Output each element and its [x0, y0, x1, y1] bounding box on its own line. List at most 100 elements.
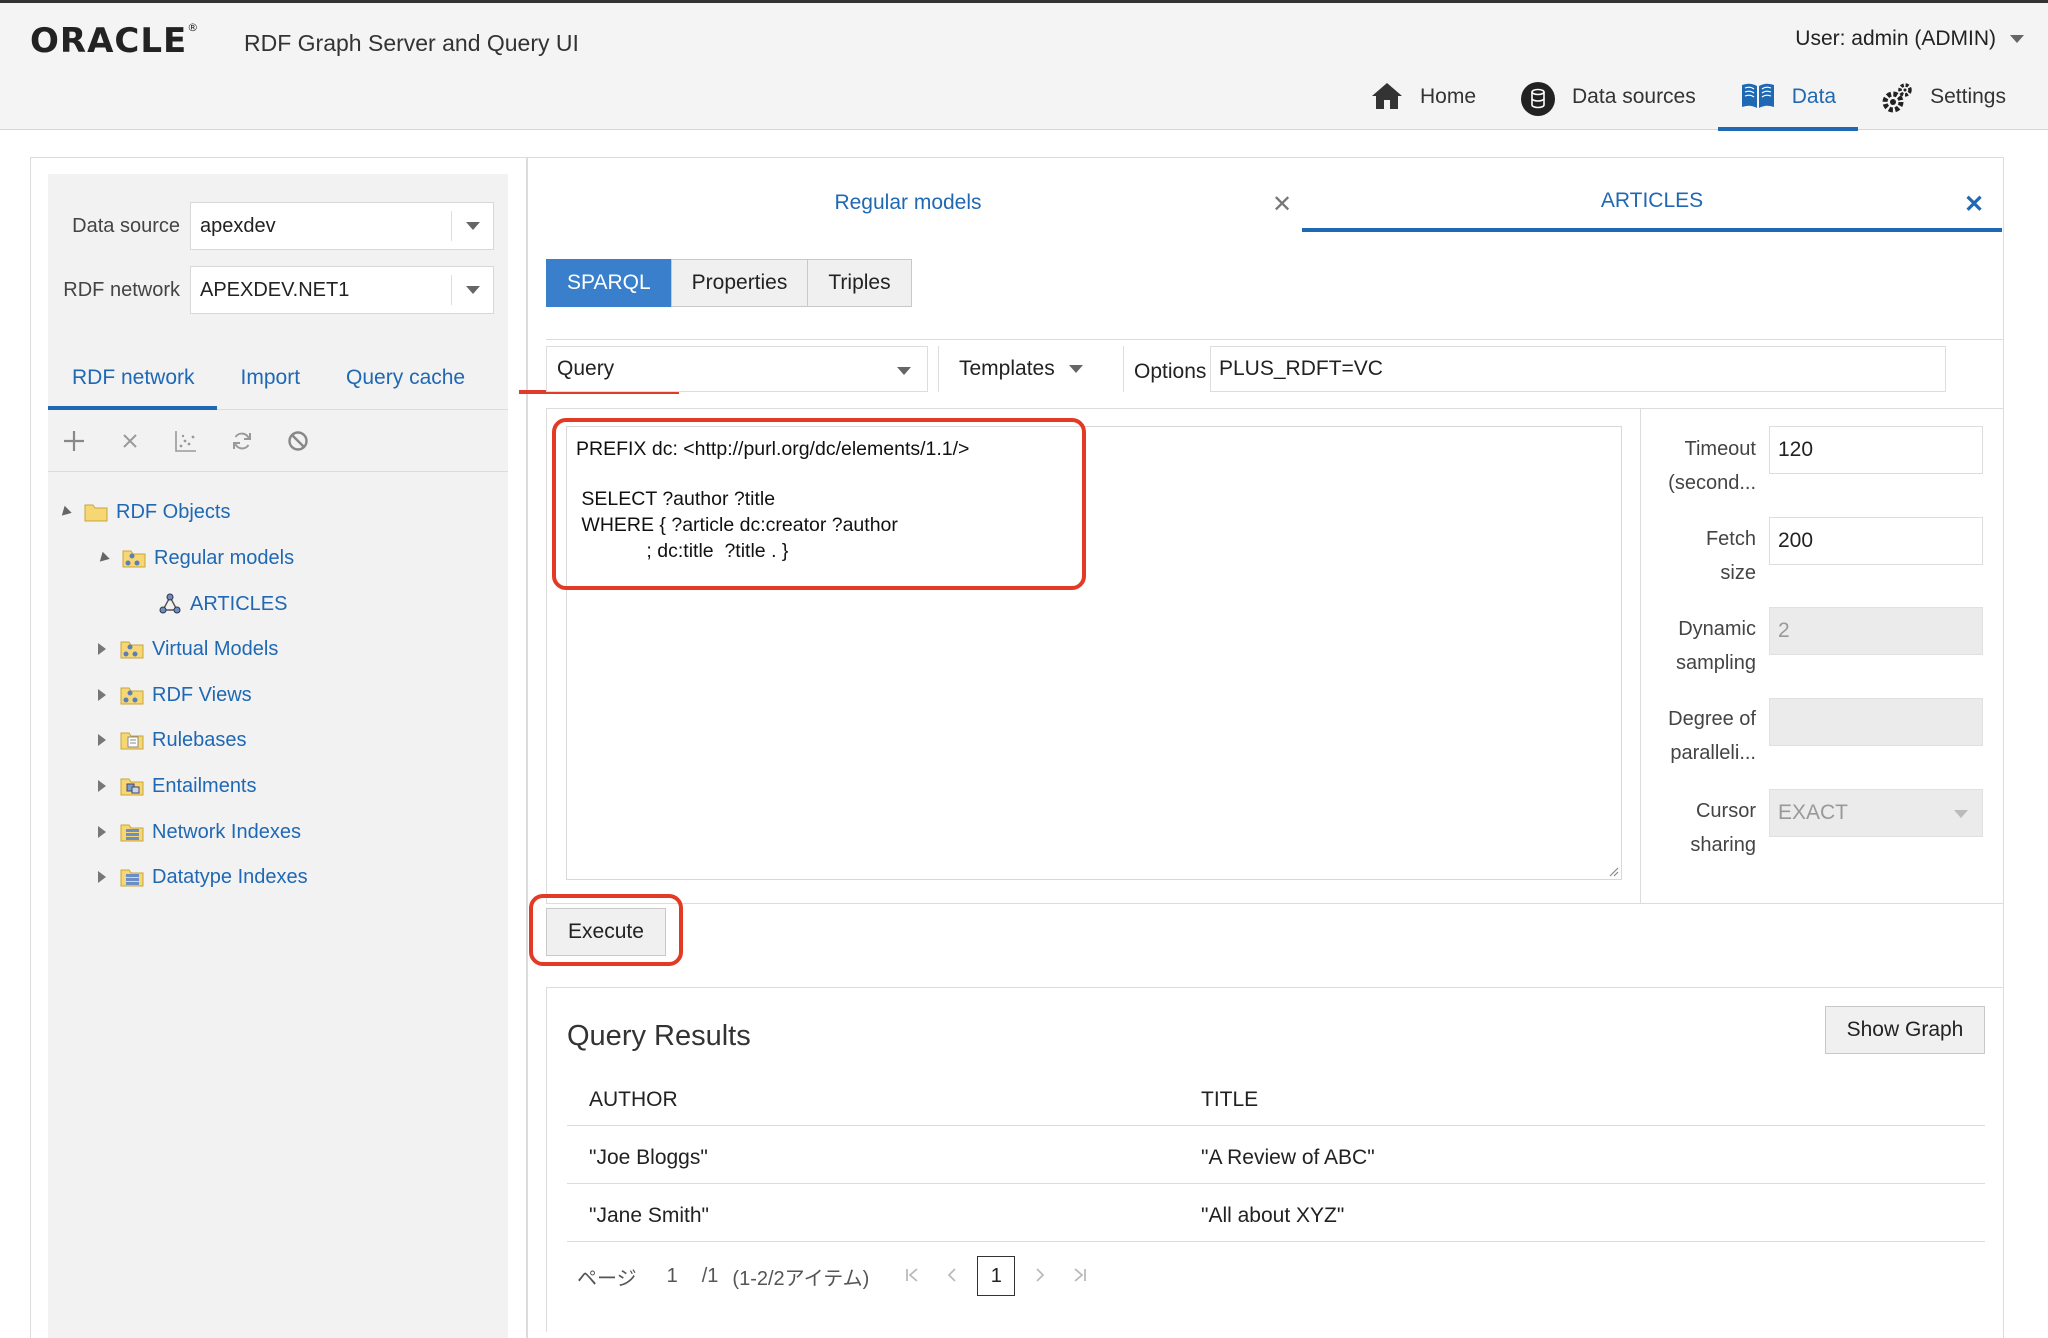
tree-label: RDF Views — [152, 683, 252, 706]
tab-label: Regular models — [834, 191, 982, 214]
tab-query-cache[interactable]: Query cache — [322, 356, 487, 410]
tab-rdf-network[interactable]: RDF network — [48, 356, 217, 410]
home-icon — [1371, 83, 1402, 109]
query-type-select[interactable]: Query — [546, 346, 928, 392]
query-type-value: Query — [557, 357, 615, 380]
chevron-down-icon — [451, 211, 493, 241]
tree-item-network-indexes[interactable]: Network Indexes — [98, 814, 301, 850]
model-folder-icon — [122, 550, 146, 568]
tree-collapsed-icon[interactable] — [98, 689, 106, 701]
view-subtabs: SPARQL Properties Triples — [546, 259, 912, 307]
current-page[interactable]: 1 — [977, 1256, 1016, 1296]
nav-data-sources[interactable]: Data sources — [1498, 79, 1718, 131]
degree-parallelism-label: Degree of paralleli... — [1668, 708, 1756, 764]
page-summary: (1-2/2アイテム) — [732, 1267, 870, 1290]
rdf-network-row: RDF network APEXDEV.NET1 — [48, 266, 508, 314]
last-page-icon[interactable] — [1073, 1263, 1087, 1289]
tab-label: ARTICLES — [1600, 189, 1704, 212]
tree-collapsed-icon[interactable] — [98, 734, 106, 746]
block-icon[interactable] — [286, 429, 310, 453]
cell-author: "Joe Bloggs" — [589, 1146, 708, 1169]
column-header-title[interactable]: TITLE — [1201, 1088, 1258, 1112]
highlight-box — [529, 894, 683, 966]
user-menu[interactable]: User: admin (ADMIN) — [1795, 27, 2024, 51]
tree-label: Entailments — [152, 774, 257, 797]
tree-item-datatype-indexes[interactable]: Datatype Indexes — [98, 859, 308, 895]
tree-collapsed-icon[interactable] — [98, 871, 106, 883]
timeout-input[interactable]: 120 — [1769, 426, 1983, 474]
data-source-select[interactable]: apexdev — [190, 202, 494, 250]
cursor-sharing-value: EXACT — [1778, 801, 1849, 824]
dynamic-sampling-input: 2 — [1769, 607, 1983, 655]
highlight-box — [552, 418, 1086, 590]
subtab-sparql[interactable]: SPARQL — [546, 259, 672, 307]
index-folder-icon — [120, 869, 144, 887]
refresh-icon[interactable] — [230, 429, 254, 453]
timeout-label: Timeout (second... — [1668, 438, 1756, 494]
tree-collapsed-icon[interactable] — [98, 826, 106, 838]
nav-home[interactable]: Home — [1348, 79, 1498, 131]
table-row[interactable]: "Joe Bloggs" "A Review of ABC" — [567, 1126, 1985, 1184]
cell-title: "A Review of ABC" — [1201, 1146, 1375, 1169]
page-total: /1 — [701, 1264, 719, 1287]
tree-item-rulebases[interactable]: Rulebases — [98, 722, 247, 758]
graph-icon — [159, 593, 181, 614]
nav-data-label: Data — [1791, 85, 1837, 108]
tree-collapsed-icon[interactable] — [98, 780, 106, 792]
gear-icon — [1882, 83, 1912, 113]
degree-parallelism-input — [1769, 698, 1983, 746]
options-input[interactable]: PLUS_RDFT=VC — [1210, 346, 1946, 392]
tree-label: Virtual Models — [152, 637, 279, 660]
next-page-icon[interactable] — [1035, 1263, 1045, 1289]
prev-page-icon[interactable] — [947, 1263, 957, 1289]
query-results-panel: Query Results Show Graph AUTHOR TITLE "J… — [546, 987, 2004, 1332]
column-header-author[interactable]: AUTHOR — [589, 1088, 678, 1112]
resize-handle-icon[interactable] — [1607, 865, 1619, 877]
close-icon[interactable] — [118, 429, 142, 453]
tree-item-rdf-views[interactable]: RDF Views — [98, 677, 252, 713]
nav-data-sources-label: Data sources — [1572, 85, 1696, 108]
query-settings-panel: Timeout (second... 120 Fetch size 200 Dyna… — [1640, 408, 2004, 904]
show-graph-button[interactable]: Show Graph — [1825, 1006, 1985, 1054]
subtab-properties[interactable]: Properties — [670, 259, 809, 307]
tab-articles[interactable]: ARTICLES — [1302, 174, 2002, 232]
data-source-row: Data source apexdev — [48, 202, 508, 250]
rdf-network-select[interactable]: APEXDEV.NET1 — [190, 266, 494, 314]
nav-settings[interactable]: Settings — [1858, 79, 2028, 131]
plus-icon[interactable] — [62, 429, 86, 453]
page-number[interactable]: 1 — [667, 1265, 678, 1288]
oracle-logo: ORACLE® — [30, 21, 200, 61]
tree-collapsed-icon[interactable] — [98, 643, 106, 655]
chevron-down-icon — [2010, 35, 2024, 43]
subtab-triples[interactable]: Triples — [807, 259, 912, 307]
templates-label: Templates — [959, 357, 1055, 380]
tree-expanded-icon[interactable] — [96, 551, 110, 565]
app-title: RDF Graph Server and Query UI — [244, 30, 579, 56]
table-header: AUTHOR TITLE — [567, 1068, 1985, 1126]
rulebase-folder-icon — [120, 732, 144, 750]
data-source-value: apexdev — [200, 214, 276, 237]
fetch-size-input[interactable]: 200 — [1769, 517, 1983, 565]
chart-icon[interactable] — [174, 429, 198, 453]
tree-item-rdf-objects[interactable]: RDF Objects — [58, 494, 231, 530]
table-row[interactable]: "Jane Smith" "All about XYZ" — [567, 1184, 1985, 1242]
tab-regular-models[interactable]: Regular models — [546, 174, 1270, 232]
model-folder-icon — [120, 687, 144, 705]
tree-item-virtual-models[interactable]: Virtual Models — [98, 631, 278, 667]
close-icon[interactable]: ✕ — [1964, 190, 1984, 219]
panel-divider[interactable] — [526, 157, 528, 1338]
chevron-down-icon — [451, 275, 493, 305]
first-page-icon[interactable] — [905, 1263, 919, 1289]
tab-import[interactable]: Import — [217, 356, 323, 410]
cell-author: "Jane Smith" — [589, 1204, 709, 1227]
tree-item-regular-models[interactable]: Regular models — [96, 540, 294, 576]
tree-label: RDF Objects — [116, 500, 231, 523]
tree-item-entailments[interactable]: Entailments — [98, 768, 257, 804]
tree-expanded-icon[interactable] — [58, 505, 72, 519]
close-icon[interactable]: ✕ — [1272, 190, 1292, 219]
tree-item-articles[interactable]: ARTICLES — [158, 586, 287, 622]
nav-data[interactable]: Data — [1717, 79, 1859, 131]
templates-menu[interactable]: Templates — [938, 346, 1124, 392]
data-source-label: Data source — [72, 214, 180, 237]
results-title: Query Results — [567, 1020, 751, 1052]
